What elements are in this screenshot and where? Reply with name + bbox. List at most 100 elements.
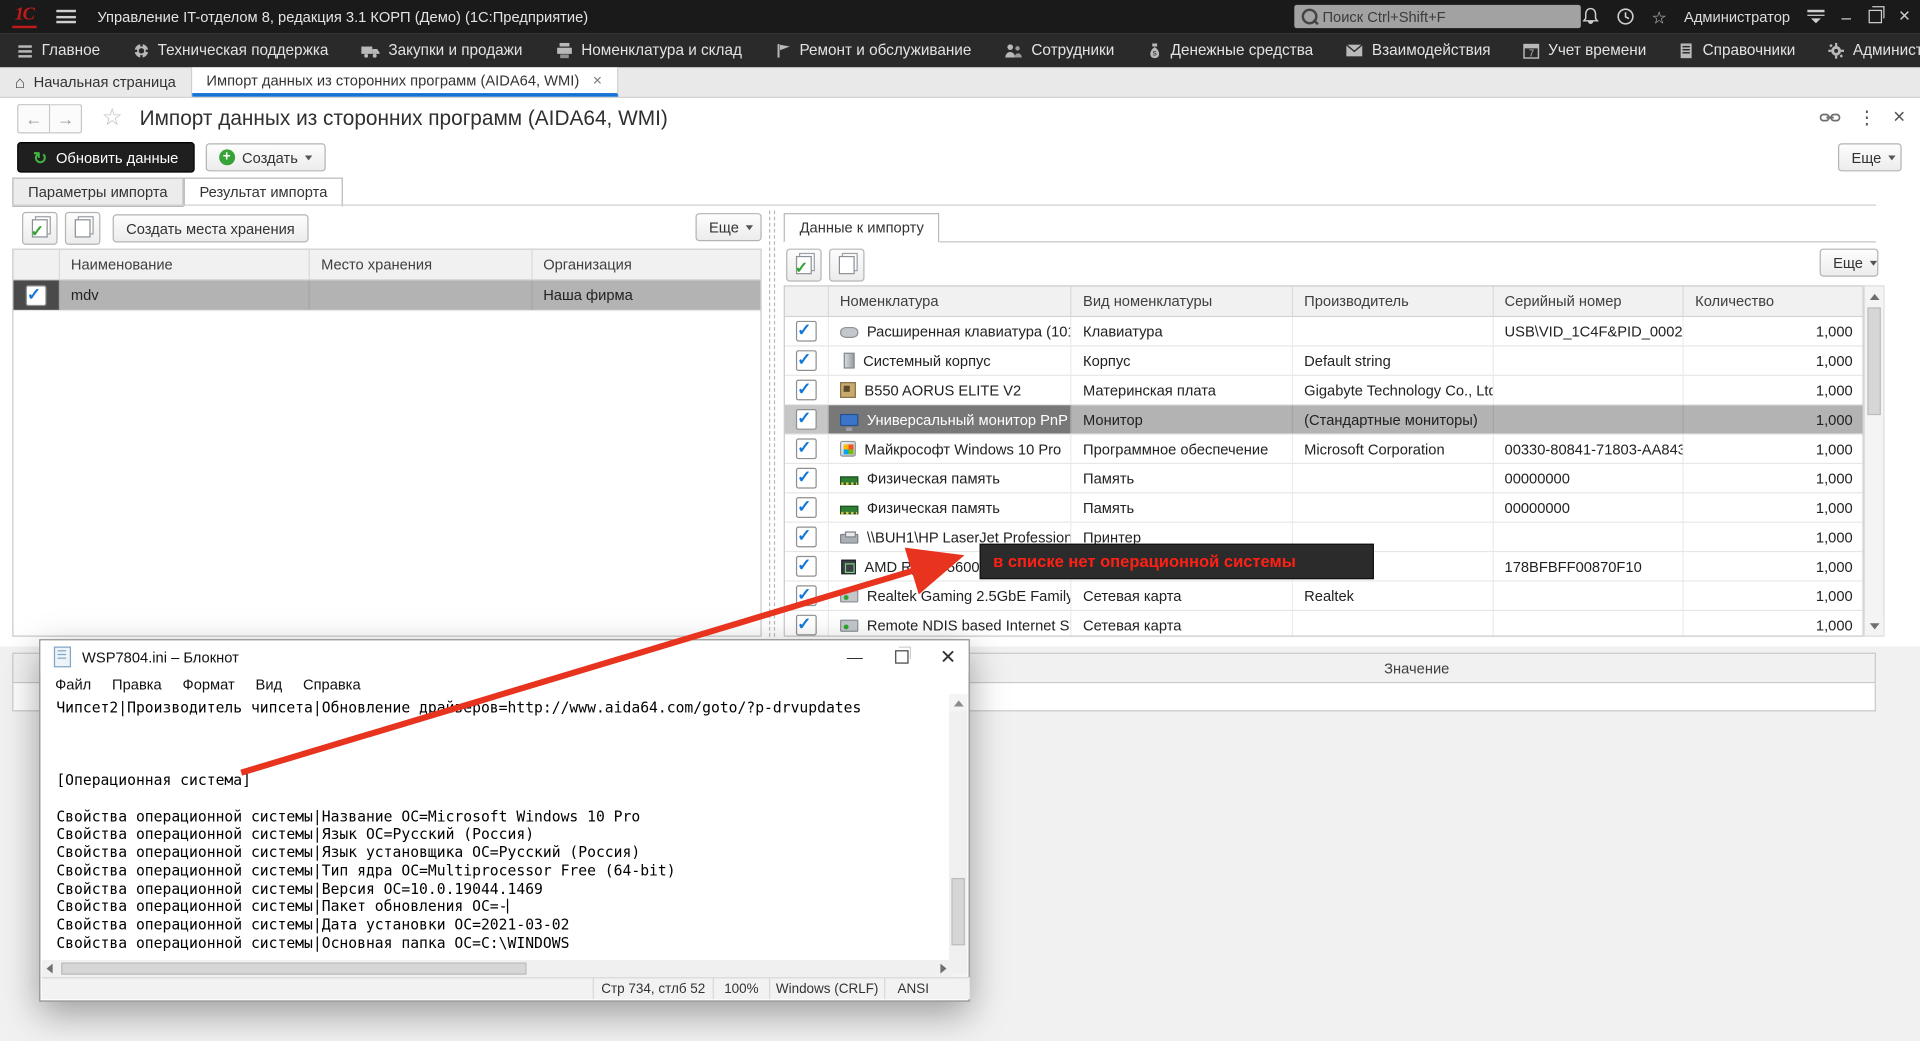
- col-quantity[interactable]: Количество: [1684, 287, 1862, 316]
- notepad-menu-edit[interactable]: Правка: [112, 676, 162, 693]
- row-checkbox[interactable]: [796, 321, 817, 342]
- scrollbar-thumb[interactable]: [61, 962, 526, 974]
- tab-import-data[interactable]: Импорт данных из сторонних программ (AID…: [192, 67, 618, 96]
- uncheck-all-icon: [75, 219, 91, 237]
- check-all-button[interactable]: [786, 249, 822, 282]
- scroll-up-icon[interactable]: [1865, 287, 1883, 307]
- tab-data-to-import[interactable]: Данные к импорту: [784, 213, 940, 242]
- menu-item-timesheet[interactable]: 7Учет времени: [1524, 42, 1647, 59]
- row-checkbox[interactable]: [796, 585, 817, 606]
- storages-more-button[interactable]: Еще: [696, 213, 762, 241]
- scrollbar-thumb[interactable]: [1867, 307, 1880, 415]
- panel-splitter[interactable]: [769, 211, 775, 637]
- notifications-bell-icon[interactable]: [1582, 7, 1599, 25]
- col-storage[interactable]: Место хранения: [310, 250, 532, 279]
- restore-button[interactable]: [1868, 10, 1881, 23]
- refresh-data-button[interactable]: ↻ Обновить данные: [17, 142, 194, 173]
- create-button[interactable]: + Создать: [205, 143, 326, 171]
- row-checkbox[interactable]: [796, 497, 817, 518]
- minimize-button[interactable]: –: [1841, 8, 1851, 25]
- menu-item-main[interactable]: Главное: [17, 42, 100, 59]
- notepad-close-button[interactable]: ✕: [940, 645, 956, 669]
- history-icon[interactable]: [1616, 7, 1634, 25]
- import-table-scrollbar[interactable]: [1864, 285, 1885, 636]
- close-form-button[interactable]: ×: [1893, 105, 1905, 129]
- more-kebab-icon[interactable]: ⋮: [1858, 107, 1876, 129]
- col-manufacturer[interactable]: Производитель: [1293, 287, 1493, 316]
- row-checkbox[interactable]: [796, 350, 817, 371]
- menu-item-interactions[interactable]: Взаимодействия: [1346, 42, 1490, 59]
- col-organization[interactable]: Организация: [532, 250, 760, 279]
- import-row-windows[interactable]: Майкрософт Windows 10 Pro Программное об…: [785, 435, 1863, 464]
- uncheck-all-button[interactable]: [829, 249, 865, 282]
- storage-row-mdv[interactable]: mdv Наша фирма: [13, 280, 760, 311]
- notepad-vertical-scrollbar[interactable]: [949, 694, 967, 990]
- import-row-motherboard[interactable]: B550 AORUS ELITE V2 Материнская плата Gi…: [785, 376, 1863, 405]
- row-checkbox[interactable]: [796, 409, 817, 430]
- chevron-down-icon: [1889, 155, 1896, 160]
- import-more-button[interactable]: Еще: [1820, 249, 1879, 277]
- import-row-case[interactable]: Системный корпус Корпус Default string 1…: [785, 347, 1863, 376]
- search-input[interactable]: Поиск Ctrl+Shift+F: [1294, 5, 1581, 28]
- get-link-icon[interactable]: [1820, 110, 1841, 125]
- current-user[interactable]: Администратор: [1684, 8, 1790, 25]
- notepad-menu-help[interactable]: Справка: [303, 676, 361, 693]
- back-button[interactable]: ←: [17, 103, 50, 132]
- row-checkbox[interactable]: [796, 615, 817, 636]
- notepad-horizontal-scrollbar[interactable]: [42, 960, 952, 977]
- import-row-network-1[interactable]: Realtek Gaming 2.5GbE Family C... Сетева…: [785, 582, 1863, 611]
- import-row-ram-2[interactable]: Физическая память Память 00000000 1,000: [785, 493, 1863, 522]
- col-nomenclature[interactable]: Номенклатура: [829, 287, 1072, 316]
- col-name[interactable]: Наименование: [60, 250, 310, 279]
- notepad-menu-file[interactable]: Файл: [55, 676, 91, 693]
- tab-home[interactable]: ⌂Начальная страница: [0, 67, 192, 96]
- notepad-text-area[interactable]: Чипсет2|Производитель чипсета|Обновление…: [42, 694, 952, 990]
- uncheck-all-button[interactable]: [65, 212, 101, 245]
- scrollbar-thumb[interactable]: [951, 878, 964, 945]
- import-row-ram-1[interactable]: Физическая память Память 00000000 1,000: [785, 464, 1863, 493]
- notepad-menu-format[interactable]: Формат: [183, 676, 235, 693]
- notepad-maximize-button[interactable]: [895, 650, 908, 663]
- notepad-window[interactable]: WSP7804.ini – Блокнот — ✕ Файл Правка Фо…: [39, 639, 970, 1001]
- menu-item-references[interactable]: Справочники: [1679, 42, 1795, 59]
- menu-item-support[interactable]: Техническая поддержка: [133, 42, 328, 59]
- import-row-monitor[interactable]: Универсальный монитор PnP Монитор (Станд…: [785, 405, 1863, 434]
- scroll-down-icon[interactable]: [1865, 616, 1883, 636]
- row-checkbox[interactable]: [796, 556, 817, 577]
- check-all-button[interactable]: [22, 212, 58, 245]
- row-checkbox[interactable]: [796, 468, 817, 489]
- menu-item-staff[interactable]: Сотрудники: [1004, 42, 1114, 59]
- scroll-right-icon[interactable]: [940, 964, 946, 974]
- row-checkbox[interactable]: [796, 380, 817, 401]
- user-menu-icon[interactable]: [1807, 10, 1824, 24]
- favorite-star-icon[interactable]: ☆: [102, 104, 123, 132]
- notepad-menu-view[interactable]: Вид: [256, 676, 283, 693]
- favorites-star-icon[interactable]: ☆: [1652, 8, 1667, 25]
- forward-button[interactable]: →: [50, 103, 82, 132]
- form-more-button[interactable]: Еще: [1838, 143, 1902, 171]
- row-checkbox[interactable]: [26, 285, 47, 306]
- col-serial[interactable]: Серийный номер: [1494, 287, 1685, 316]
- import-row-keyboard[interactable]: Расширенная клавиатура (101 ил... Клавиа…: [785, 317, 1863, 346]
- menu-item-repair[interactable]: Ремонт и обслуживание: [775, 42, 971, 59]
- scroll-left-icon[interactable]: [47, 964, 53, 974]
- create-storages-button[interactable]: Создать места хранения: [113, 214, 309, 242]
- col-value[interactable]: Значение: [959, 654, 1875, 682]
- notepad-minimize-button[interactable]: —: [847, 648, 863, 666]
- tab-import-result[interactable]: Результат импорта: [184, 178, 344, 207]
- tab-close-icon[interactable]: ×: [593, 71, 602, 89]
- scroll-up-icon[interactable]: [949, 694, 967, 711]
- row-checkbox[interactable]: [796, 438, 817, 459]
- import-row-network-2[interactable]: Remote NDIS based Internet Shari... Сете…: [785, 611, 1863, 637]
- row-checkbox[interactable]: [796, 527, 817, 548]
- admin-icon: [1828, 42, 1844, 58]
- menu-item-money[interactable]: sДенежные средства: [1147, 42, 1313, 59]
- close-window-button[interactable]: ×: [1899, 7, 1910, 27]
- menu-item-administration[interactable]: Администрирование: [1828, 42, 1920, 59]
- menu-item-purchases[interactable]: Закупки и продажи: [361, 42, 522, 59]
- hamburger-icon[interactable]: [56, 10, 76, 23]
- tab-import-parameters[interactable]: Параметры импорта: [12, 178, 183, 207]
- menu-item-nomenclature[interactable]: Номенклатура и склад: [556, 42, 742, 59]
- notepad-title-bar[interactable]: WSP7804.ini – Блокнот — ✕: [40, 640, 968, 673]
- col-kind[interactable]: Вид номенклатуры: [1072, 287, 1293, 316]
